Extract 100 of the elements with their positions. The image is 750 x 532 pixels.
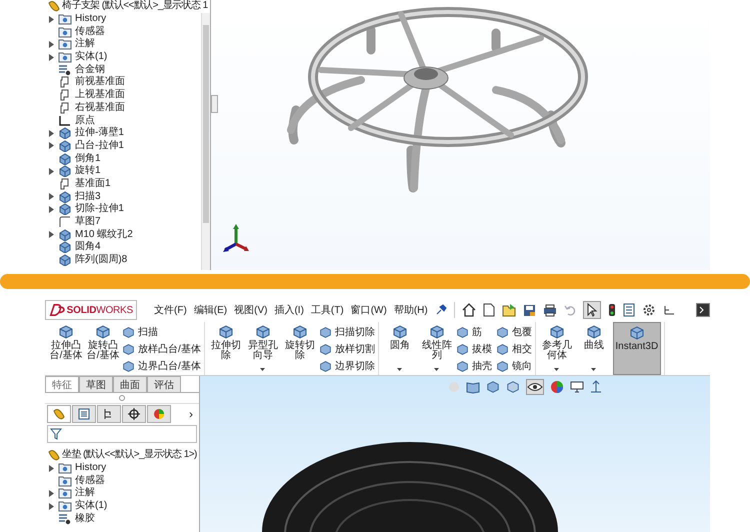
menu-item[interactable]: 编辑(E) <box>194 303 228 317</box>
ribbon-button[interactable]: 放样切割 <box>318 341 375 357</box>
panel-tab[interactable] <box>72 405 96 423</box>
folder-icon[interactable] <box>502 303 516 317</box>
tree-item[interactable]: 右视基准面 <box>75 102 125 114</box>
tree-item[interactable]: 扫描3 <box>75 190 101 203</box>
expand-arrow-icon[interactable] <box>48 130 54 137</box>
menu-item[interactable]: 文件(F) <box>154 303 187 317</box>
command-tab[interactable]: 曲面 <box>113 376 147 392</box>
ribbon-button[interactable]: 拉伸切除 <box>208 322 244 375</box>
menu-item[interactable]: 帮助(H) <box>394 303 428 317</box>
tree-item[interactable]: 草图7 <box>75 216 101 228</box>
book-icon[interactable] <box>466 380 480 394</box>
eye-icon[interactable] <box>526 379 544 395</box>
tree-root-item[interactable]: 椅子支架 (默认<<默认>_显示状态 1 <box>62 0 208 12</box>
tree-item[interactable]: 阵列(圆周)8 <box>75 254 128 266</box>
tree-item[interactable]: 上视基准面 <box>75 89 125 102</box>
expand-arrow-icon[interactable] <box>48 193 54 200</box>
tree-item[interactable]: 合金钢 <box>75 64 105 76</box>
ribbon-button[interactable]: 包覆 <box>496 324 532 340</box>
tree-item[interactable]: 圆角4 <box>75 241 101 254</box>
ribbon-button[interactable]: 相交 <box>496 341 532 357</box>
splitter-handle[interactable] <box>119 395 125 401</box>
ribbon-button[interactable]: 边界凸台/基体 <box>122 358 201 374</box>
expand-arrow-icon[interactable] <box>48 206 54 213</box>
ribbon-button[interactable]: 旋转凸台/基体 <box>85 322 121 375</box>
ribbon-button[interactable]: 镜向 <box>496 358 532 374</box>
tree-item[interactable]: 橡胶 <box>75 512 95 525</box>
ribbon-button[interactable]: 异型孔向导 <box>244 322 281 375</box>
menu-item[interactable]: 工具(T) <box>310 303 344 317</box>
ribbon-button[interactable]: 圆角 <box>382 322 418 375</box>
tree-item[interactable]: 前视基准面 <box>75 76 125 88</box>
expand-arrow-icon[interactable] <box>48 40 54 48</box>
tree-item[interactable]: 倒角1 <box>75 152 101 165</box>
caret-icon[interactable] <box>397 368 402 371</box>
more-tabs-arrow[interactable]: › <box>189 407 197 421</box>
ribbon-button[interactable]: 拔模 <box>456 341 492 357</box>
expand-arrow-icon[interactable] <box>48 54 54 61</box>
tree-item[interactable]: History <box>75 13 106 26</box>
tree-root-item[interactable]: 坐垫 (默认<<默认>_显示状态 1>) <box>62 449 197 462</box>
settings-icon[interactable] <box>642 303 656 317</box>
ribbon-button[interactable]: 拉伸凸台/基体 <box>48 322 84 375</box>
cube-icon[interactable] <box>486 380 500 394</box>
tree-item[interactable]: 传感器 <box>75 26 105 38</box>
command-tab[interactable]: 评估 <box>147 376 181 392</box>
home-icon[interactable] <box>462 303 476 317</box>
ribbon-button[interactable]: 线性阵列 <box>418 322 455 375</box>
tree-item[interactable]: 基准面1 <box>75 178 111 190</box>
ribbon-button[interactable]: 曲线 <box>576 322 612 375</box>
expand-arrow-icon[interactable] <box>48 231 54 238</box>
terminal-icon[interactable] <box>696 303 710 317</box>
tree-item[interactable]: 拉伸-薄壁1 <box>75 127 124 140</box>
tree-item[interactable]: 凸台-拉伸1 <box>75 140 124 152</box>
expand-arrow-icon[interactable] <box>48 502 54 510</box>
scrollbar[interactable] <box>201 12 210 270</box>
app-logo[interactable]: SOLIDWORKS <box>45 300 137 320</box>
print-icon[interactable] <box>542 304 557 316</box>
ribbon-button[interactable]: 抽壳 <box>456 358 492 374</box>
expand-arrow-icon[interactable] <box>48 142 54 150</box>
tree-item[interactable]: 实体(1) <box>75 51 108 64</box>
pin-icon[interactable] <box>434 304 447 316</box>
tree-item[interactable]: M10 螺纹孔2 <box>75 228 133 241</box>
menu-item[interactable]: 插入(I) <box>274 303 304 317</box>
ribbon-button[interactable]: 扫描切除 <box>318 324 375 340</box>
tree-item[interactable]: 旋转1 <box>75 165 101 178</box>
panel-tab[interactable] <box>122 405 146 423</box>
measure-icon[interactable] <box>662 304 675 316</box>
command-tab[interactable]: 特征 <box>45 376 79 392</box>
expand-arrow-icon[interactable] <box>48 490 54 497</box>
ribbon-button[interactable]: 放样凸台/基体 <box>122 341 201 357</box>
monitor-icon[interactable] <box>570 381 584 393</box>
tree-item[interactable]: 原点 <box>75 114 95 127</box>
ribbon-button[interactable]: 边界切除 <box>318 358 375 374</box>
tree-item[interactable]: 传感器 <box>75 474 105 487</box>
cube-icon[interactable] <box>506 380 520 394</box>
list-icon[interactable] <box>622 303 635 317</box>
menu-item[interactable]: 窗口(W) <box>350 303 387 317</box>
tree-item[interactable]: 切除-拉伸1 <box>75 203 124 216</box>
tree-item[interactable]: History <box>75 462 106 474</box>
ribbon-button[interactable]: Instant3D <box>612 322 661 375</box>
traffic-light-icon[interactable] <box>608 303 616 317</box>
ribbon-button[interactable]: 扫描 <box>122 324 201 340</box>
cursor-icon[interactable] <box>582 301 601 319</box>
command-tab[interactable]: 草图 <box>79 376 113 392</box>
expand-arrow-icon[interactable] <box>48 168 54 175</box>
axis-icon[interactable] <box>590 380 602 394</box>
color-ball-icon[interactable] <box>550 380 564 394</box>
menu-item[interactable]: 视图(V) <box>234 303 268 317</box>
tree-item[interactable]: 注解 <box>75 487 95 500</box>
document-icon[interactable] <box>482 303 495 317</box>
tree-item[interactable]: 实体(1) <box>75 500 108 512</box>
expand-arrow-icon[interactable] <box>48 16 54 23</box>
ribbon-button[interactable]: 旋转切除 <box>282 322 318 375</box>
panel-tab[interactable] <box>97 405 121 423</box>
caret-icon[interactable] <box>260 368 266 371</box>
caret-icon[interactable] <box>554 368 560 371</box>
splitter-handle[interactable] <box>211 95 218 113</box>
expand-arrow-icon[interactable] <box>48 464 54 472</box>
tree-item[interactable]: 注解 <box>75 38 95 50</box>
caret-icon[interactable] <box>434 368 440 371</box>
